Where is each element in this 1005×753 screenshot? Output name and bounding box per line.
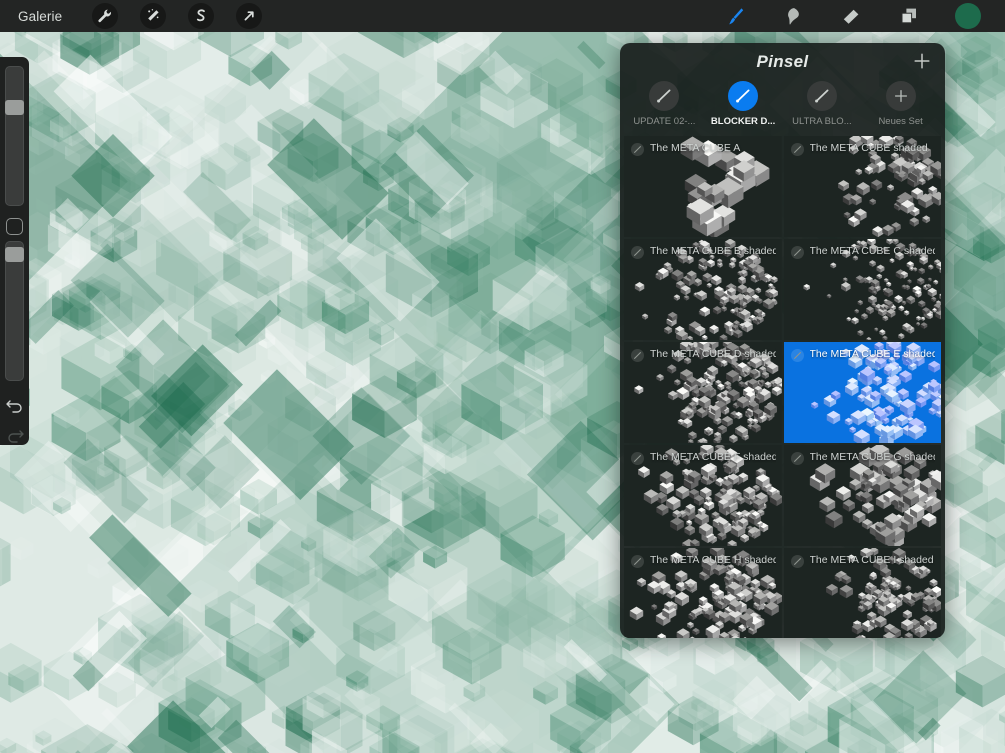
brush-opacity-slider[interactable]	[5, 240, 24, 381]
brush-stroke-icon	[790, 143, 804, 156]
gallery-button[interactable]: Galerie	[12, 6, 68, 27]
brush-name-label: The META CUBE C shaded	[809, 245, 936, 257]
smudge-icon[interactable]	[781, 4, 805, 28]
brush-stroke-icon	[631, 349, 644, 362]
brush-stroke-icon	[631, 452, 644, 465]
redo-icon[interactable]	[5, 427, 25, 445]
brush-set-tab-3[interactable]: Neues Set	[864, 81, 937, 127]
brush-name-label: The META CUBE E shaded	[809, 348, 936, 360]
brush-stroke-icon	[790, 349, 804, 362]
brush-set-tabs: UPDATE 02-... BLOCKER D... ULTRA BLO... Neu…	[620, 81, 945, 136]
brush-set-label: BLOCKER D...	[710, 116, 776, 127]
brush-name-label: The META CUBE B shaded	[650, 245, 776, 257]
brush-name-label: The META CUBE G shaded	[809, 451, 936, 463]
brush-name-label: The META CUBE D shaded	[650, 348, 776, 360]
procreate-app: Galerie Pinsel UPDATE 02-... BLOCKER D..…	[0, 0, 1005, 753]
brush-list-item[interactable]: The META CUBE D shaded	[624, 342, 782, 443]
brush-icon[interactable]	[723, 4, 747, 28]
brush-set-tab-1[interactable]: BLOCKER D...	[707, 81, 780, 127]
brush-set-label: Neues Set	[878, 116, 923, 127]
brush-list-item[interactable]: The META CUBE H shaded	[624, 548, 782, 638]
brush-list-item[interactable]: The META CUBE A	[624, 136, 782, 237]
brush-list-item[interactable]: The META CUBE E shaded	[783, 342, 941, 443]
transform-arrow-icon[interactable]	[236, 3, 263, 29]
brush-set-label: UPDATE 02-...	[633, 116, 696, 127]
brush-stroke-icon	[631, 555, 644, 568]
brush-set-stroke-icon	[728, 81, 759, 111]
brush-stroke-icon	[790, 452, 804, 465]
brush-name-label: The META CUBE H shaded	[650, 554, 776, 566]
brush-stroke-icon	[631, 143, 644, 156]
brush-list-item[interactable]: The META CUBE F shaded	[624, 445, 782, 546]
brush-opacity-thumb[interactable]	[5, 246, 24, 262]
undo-icon[interactable]	[5, 397, 25, 415]
left-tool-group	[92, 3, 263, 29]
brush-list-item[interactable]: The META CUBE B shaded	[624, 239, 782, 340]
brush-size-slider[interactable]	[5, 66, 24, 207]
adjustments-wand-icon[interactable]	[140, 3, 167, 29]
top-toolbar: Galerie	[0, 0, 1005, 32]
brush-name-label: The META CUBE I shaded	[809, 554, 934, 566]
brush-set-stroke-icon	[806, 81, 837, 111]
brush-name-label: The META CUBE A	[650, 142, 741, 154]
brush-panel: Pinsel UPDATE 02-... BLOCKER D... ULTRA BL…	[620, 43, 945, 638]
actions-wrench-icon[interactable]	[92, 3, 119, 29]
color-swatch[interactable]	[955, 3, 981, 29]
brush-panel-header: Pinsel	[620, 43, 945, 81]
brush-list-item[interactable]: The META CUBE C shaded	[783, 239, 941, 340]
brush-list-item[interactable]: The META CUBE I shaded	[783, 548, 941, 638]
brush-size-thumb[interactable]	[5, 99, 24, 115]
right-tool-group	[723, 3, 981, 29]
brush-set-tab-2[interactable]: ULTRA BLO...	[786, 81, 859, 127]
brush-set-label: ULTRA BLO...	[792, 116, 852, 127]
brush-list-item[interactable]: The META CUBE shaded	[783, 136, 941, 237]
brush-set-tab-0[interactable]: UPDATE 02-...	[628, 81, 701, 127]
brush-set-stroke-icon	[649, 81, 680, 111]
undo-redo-group	[5, 397, 25, 445]
panel-title: Pinsel	[756, 52, 809, 71]
brush-name-label: The META CUBE F shaded	[650, 451, 776, 463]
add-brush-set-icon[interactable]	[912, 51, 932, 71]
brush-list: The META CUBE A The META CUBE shaded The M…	[620, 136, 945, 638]
left-sidebar	[0, 57, 29, 445]
modify-button[interactable]	[6, 218, 23, 235]
brush-stroke-icon	[631, 246, 644, 259]
brush-name-label: The META CUBE shaded	[809, 142, 928, 154]
brush-stroke-icon	[790, 555, 804, 568]
brush-stroke-icon	[790, 246, 804, 259]
add-set-icon	[885, 81, 916, 111]
layers-icon[interactable]	[897, 4, 921, 28]
eraser-icon[interactable]	[839, 4, 863, 28]
brush-list-item[interactable]: The META CUBE G shaded	[783, 445, 941, 546]
selection-s-icon[interactable]	[188, 3, 215, 29]
